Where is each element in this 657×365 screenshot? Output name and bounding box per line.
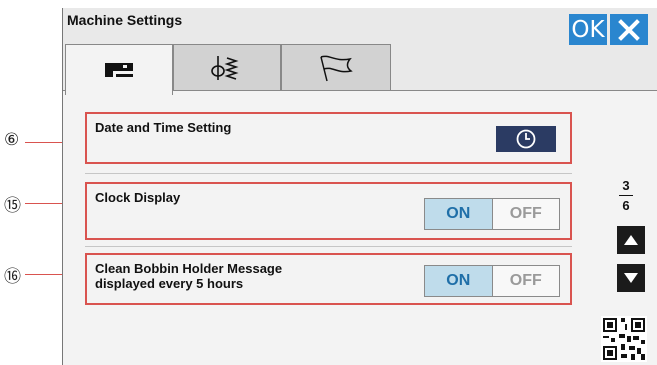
- flag-icon: [320, 55, 353, 81]
- bobbin-message-label: Clean Bobbin Holder Message displayed ev…: [95, 261, 282, 291]
- bobbin-message-on-button[interactable]: ON: [425, 266, 493, 296]
- bobbin-message-label-line2: displayed every 5 hours: [95, 276, 244, 291]
- callout-16: ⑯: [4, 267, 21, 287]
- date-time-setting-row: Date and Time Setting: [85, 112, 572, 164]
- tab-stitch[interactable]: [173, 44, 281, 91]
- qr-code-icon[interactable]: [601, 316, 647, 362]
- tab-machine[interactable]: [65, 44, 173, 95]
- page-up-button[interactable]: [617, 226, 645, 254]
- page-total: 6: [622, 198, 630, 213]
- row-divider: [85, 246, 572, 247]
- date-time-label: Date and Time Setting: [95, 120, 232, 135]
- clock-display-label: Clock Display: [95, 190, 181, 205]
- window-title: Machine Settings: [67, 12, 183, 28]
- ok-button[interactable]: OK: [569, 14, 607, 45]
- bobbin-message-toggle: ON OFF: [424, 265, 560, 297]
- arrow-up-icon: [624, 235, 638, 245]
- date-time-button[interactable]: [496, 126, 556, 152]
- needle-thread-icon: [211, 55, 239, 80]
- page-current: 3: [622, 178, 630, 193]
- page-down-button[interactable]: [617, 264, 645, 292]
- callout-6: ⑥: [4, 130, 20, 150]
- close-icon: [618, 18, 640, 41]
- row-divider: [85, 173, 572, 174]
- arrow-down-icon: [624, 273, 638, 283]
- clock-display-on-button[interactable]: ON: [425, 199, 493, 229]
- machine-settings-screen: Machine Settings OK Date and Time Settin…: [62, 8, 657, 365]
- clock-display-toggle: ON OFF: [424, 198, 560, 230]
- sewing-machine-icon: [105, 63, 133, 77]
- clock-display-row: Clock Display ON OFF: [85, 182, 572, 240]
- tab-language[interactable]: [281, 44, 391, 91]
- clock-display-off-button[interactable]: OFF: [492, 199, 559, 229]
- clock-icon: [516, 129, 536, 149]
- bobbin-message-label-line1: Clean Bobbin Holder Message: [95, 261, 283, 276]
- close-button[interactable]: [610, 14, 648, 45]
- page-fraction-line: [619, 195, 633, 196]
- callout-15: ⑮: [4, 196, 21, 216]
- bobbin-message-off-button[interactable]: OFF: [492, 266, 559, 296]
- bobbin-message-row: Clean Bobbin Holder Message displayed ev…: [85, 253, 572, 305]
